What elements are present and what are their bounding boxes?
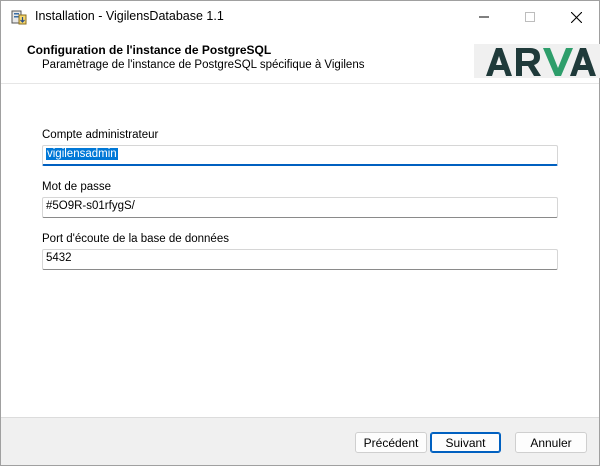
close-button[interactable] — [553, 1, 599, 33]
cancel-button[interactable]: Annuler — [515, 432, 587, 453]
password-value: #5O9R-s01rfygS/ — [46, 200, 135, 212]
password-input[interactable]: #5O9R-s01rfygS/ — [42, 197, 558, 218]
installer-window: Installation - VigilensDatabase 1.1 Conf… — [0, 0, 600, 466]
maximize-icon — [525, 12, 535, 22]
minimize-button[interactable] — [461, 1, 507, 33]
installer-app-icon — [11, 9, 27, 25]
admin-account-label: Compte administrateur — [42, 129, 159, 141]
arva-logo — [474, 44, 600, 78]
logo-letter — [486, 48, 512, 76]
admin-account-input[interactable]: vigilensadmin — [42, 145, 558, 166]
next-button[interactable]: Suivant — [430, 432, 501, 453]
logo-letter — [543, 48, 573, 76]
port-input[interactable]: 5432 — [42, 249, 558, 270]
maximize-button[interactable] — [507, 1, 553, 33]
header-divider — [1, 83, 599, 84]
back-button[interactable]: Précédent — [355, 432, 427, 453]
minimize-icon — [479, 16, 489, 18]
window-title: Installation - VigilensDatabase 1.1 — [35, 9, 224, 23]
password-label: Mot de passe — [42, 181, 112, 193]
port-value: 5432 — [46, 252, 72, 264]
page-subtitle: Paramètrage de l'instance de PostgreSQL … — [42, 59, 365, 71]
wizard-header: Configuration de l'instance de PostgreSQ… — [1, 33, 600, 83]
title-bar[interactable]: Installation - VigilensDatabase 1.1 — [1, 1, 599, 33]
close-icon — [570, 11, 582, 23]
logo-letter — [516, 48, 541, 76]
wizard-footer: Précédent Suivant Annuler — [1, 418, 599, 465]
port-label: Port d'écoute de la base de données — [42, 233, 229, 245]
admin-account-value: vigilensadmin — [46, 148, 118, 160]
logo-letter — [570, 48, 596, 76]
page-title: Configuration de l'instance de PostgreSQ… — [27, 43, 272, 57]
